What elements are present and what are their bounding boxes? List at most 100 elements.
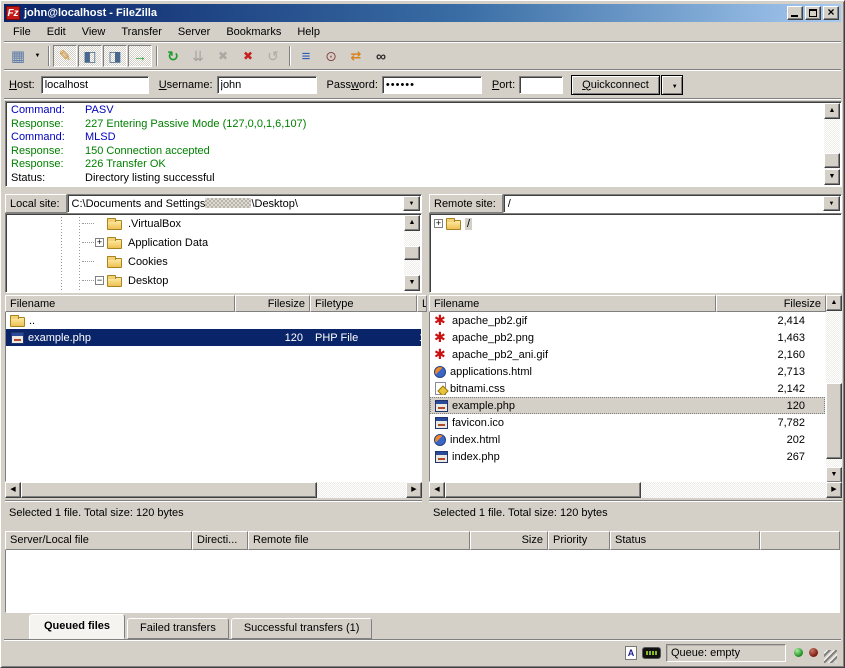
queue-tab[interactable]: Successful transfers (1) <box>231 618 373 639</box>
menu-item[interactable]: View <box>74 24 114 40</box>
scroll-up-icon[interactable]: ▲ <box>404 215 420 231</box>
queue-header: Server/Local fileDirecti...Remote fileSi… <box>5 531 840 550</box>
quickconnect-button[interactable]: Quickconnect <box>571 75 660 95</box>
queue-column-header[interactable]: Status <box>610 531 760 550</box>
scroll-up-icon[interactable]: ▲ <box>824 103 840 119</box>
toggle-remote-tree-button[interactable] <box>103 45 127 67</box>
column-header[interactable]: Filename <box>429 295 716 312</box>
cancel-operation-button[interactable] <box>211 45 235 67</box>
tree-item[interactable]: Application Data <box>6 233 421 252</box>
menu-item[interactable]: Edit <box>39 24 74 40</box>
menu-item[interactable]: File <box>5 24 39 40</box>
file-row[interactable]: apache_pb2.png 1,463 <box>430 329 825 346</box>
local-tree-scrollbar[interactable]: ▲ ▼ <box>404 215 420 291</box>
file-row[interactable]: applications.html 2,713 <box>430 363 825 380</box>
log-scrollbar[interactable]: ▲ ▼ <box>824 103 840 185</box>
queue-column-header[interactable]: Remote file <box>248 531 470 550</box>
scroll-down-icon[interactable]: ▼ <box>824 169 840 185</box>
column-header[interactable]: Filesize <box>235 295 310 312</box>
file-row[interactable]: favicon.ico 7,782 <box>430 414 825 431</box>
local-pane: Local site: C:\Documents and Settings\De… <box>5 194 422 524</box>
scrollbar-thumb[interactable] <box>21 482 317 498</box>
scroll-left-icon[interactable]: ◀ <box>429 482 445 498</box>
remote-vertical-scrollbar[interactable]: ▲ ▼ <box>826 295 842 483</box>
toggle-local-tree-button[interactable] <box>78 45 102 67</box>
scroll-right-icon[interactable]: ▶ <box>406 482 422 498</box>
filter-button[interactable] <box>294 45 318 67</box>
combo-dropdown-icon[interactable]: ▼ <box>823 196 840 211</box>
refresh-button[interactable] <box>161 45 185 67</box>
expander-icon[interactable] <box>434 219 443 228</box>
queue-column-header[interactable]: Size <box>470 531 548 550</box>
queue-column-header[interactable] <box>760 531 840 550</box>
column-header[interactable]: Filetype <box>310 295 417 312</box>
scroll-left-icon[interactable]: ◀ <box>5 482 21 498</box>
compare-directories-button[interactable] <box>319 45 343 67</box>
expander-icon[interactable] <box>95 276 104 285</box>
file-row[interactable]: index.html 202 <box>430 431 825 448</box>
port-label: Port: <box>492 79 515 91</box>
local-horizontal-scrollbar[interactable]: ◀ ▶ <box>5 482 422 498</box>
menu-item[interactable]: Server <box>170 24 218 40</box>
remote-horizontal-scrollbar[interactable]: ◀ ▶ <box>429 482 842 498</box>
username-input[interactable] <box>217 76 317 94</box>
file-row[interactable]: apache_pb2.gif 2,414 <box>430 312 825 329</box>
column-header[interactable]: Filename <box>5 295 235 312</box>
maximize-button[interactable] <box>805 6 821 20</box>
password-input[interactable] <box>382 76 482 94</box>
queue-column-header[interactable]: Priority <box>548 531 610 550</box>
tree-item[interactable]: .VirtualBox <box>6 214 421 233</box>
combo-dropdown-icon[interactable]: ▼ <box>403 196 420 211</box>
file-row[interactable]: apache_pb2_ani.gif 2,160 <box>430 346 825 363</box>
separator[interactable] <box>156 46 158 66</box>
local-site-combo[interactable]: C:\Documents and Settings\Desktop\ ▼ <box>67 194 422 213</box>
scrollbar-thumb[interactable] <box>826 383 842 459</box>
find-files-button[interactable] <box>369 45 393 67</box>
titlebar[interactable]: Fz john@localhost - FileZilla × <box>4 4 841 22</box>
disconnect-button[interactable] <box>236 45 260 67</box>
queue-column-header[interactable]: Server/Local file <box>5 531 192 550</box>
scroll-down-icon[interactable]: ▼ <box>404 275 420 291</box>
menu-item[interactable]: Transfer <box>113 24 170 40</box>
separator[interactable] <box>289 46 291 66</box>
site-manager-button[interactable] <box>6 45 30 67</box>
scroll-right-icon[interactable]: ▶ <box>826 482 842 498</box>
scroll-up-icon[interactable]: ▲ <box>826 295 842 311</box>
queue-column-header[interactable]: Directi... <box>192 531 248 550</box>
queue-tab[interactable]: Queued files <box>29 614 125 639</box>
quickconnect-dropdown[interactable] <box>661 75 683 95</box>
close-button[interactable]: × <box>823 6 839 20</box>
remote-status-text: Selected 1 file. Total size: 120 bytes <box>429 500 842 524</box>
scrollbar-thumb[interactable] <box>404 246 420 260</box>
reconnect-button[interactable] <box>261 45 285 67</box>
host-input[interactable] <box>41 76 149 94</box>
tree-item[interactable]: Desktop <box>6 271 421 290</box>
queue-tab[interactable]: Failed transfers <box>127 618 229 639</box>
separator[interactable] <box>48 46 50 66</box>
scrollbar-thumb[interactable] <box>824 153 840 168</box>
site-manager-dropdown[interactable] <box>31 45 44 67</box>
column-header[interactable]: Filesize <box>716 295 826 312</box>
file-row[interactable]: bitnami.css 2,142 <box>430 380 825 397</box>
tree-item[interactable]: / <box>430 214 841 233</box>
scroll-down-icon[interactable]: ▼ <box>826 467 842 483</box>
resize-grip[interactable] <box>824 650 837 663</box>
minimize-icon <box>791 15 798 17</box>
menu-item[interactable]: Bookmarks <box>218 24 289 40</box>
file-row[interactable]: example.php 120 <box>430 397 825 414</box>
port-input[interactable] <box>519 76 563 94</box>
minimize-button[interactable] <box>787 6 803 20</box>
toggle-queue-button[interactable] <box>128 45 152 67</box>
scrollbar-thumb[interactable] <box>445 482 641 498</box>
menu-item[interactable]: Help <box>289 24 328 40</box>
process-queue-button[interactable] <box>186 45 210 67</box>
synchronized-browsing-button[interactable] <box>344 45 368 67</box>
file-row[interactable]: example.php 120 PHP File 1 <box>6 329 421 346</box>
column-header[interactable]: L <box>417 295 427 312</box>
file-row[interactable]: .. <box>6 312 421 329</box>
expander-icon[interactable] <box>95 238 104 247</box>
file-row[interactable]: index.php 267 <box>430 448 825 465</box>
remote-site-combo[interactable]: / ▼ <box>503 194 842 213</box>
toggle-message-log-button[interactable] <box>53 45 77 67</box>
tree-item[interactable]: Cookies <box>6 252 421 271</box>
